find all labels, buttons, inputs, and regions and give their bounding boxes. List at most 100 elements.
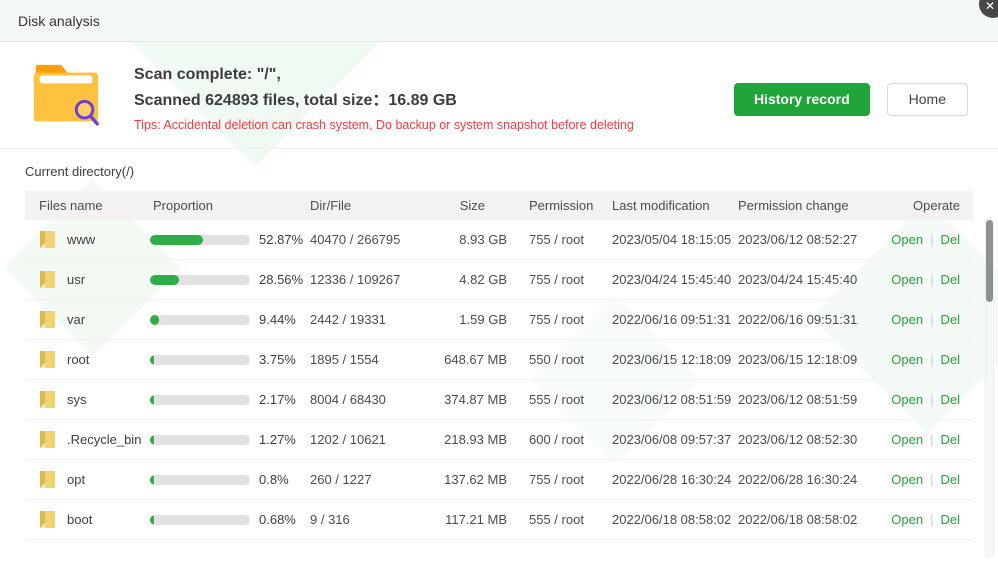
permission-change-value: 2023/06/12 08:52:27 [738,232,871,247]
operate-cell: Open | Del [871,272,973,287]
column-permission-change: Permission change [738,198,871,213]
proportion-bar [150,235,250,245]
proportion-value: 0.68% [259,512,296,527]
permission-value: 755 / root [511,272,601,287]
table-row: www 52.87% 40470 / 266795 8.93 GB 755 / … [25,220,973,260]
del-link[interactable]: Del [940,392,960,407]
last-modification-value: 2023/06/15 12:18:09 [601,352,738,367]
file-name: www [67,232,95,247]
open-link[interactable]: Open [891,352,923,367]
proportion-bar-fill [150,515,154,525]
column-proportion: Proportion [150,198,310,213]
folder-icon [39,510,56,529]
open-link[interactable]: Open [891,472,923,487]
operate-cell: Open | Del [871,392,973,407]
proportion-bar-fill [150,355,154,365]
open-link[interactable]: Open [891,272,923,287]
table-row: .Recycle_bin 1.27% 1202 / 10621 218.93 M… [25,420,973,460]
last-modification-value: 2023/05/04 18:15:05 [601,232,738,247]
column-last-modification: Last modification [601,198,738,213]
del-link[interactable]: Del [940,512,960,527]
column-permission: Permission [511,198,601,213]
proportion-cell: 1.27% [150,432,310,447]
open-link[interactable]: Open [891,392,923,407]
del-link[interactable]: Del [940,432,960,447]
last-modification-value: 2023/06/08 09:57:37 [601,432,738,447]
last-modification-value: 2022/06/28 16:30:24 [601,472,738,487]
del-link[interactable]: Del [940,312,960,327]
dir-file-value: 1895 / 1554 [310,352,445,367]
proportion-value: 2.17% [259,392,296,407]
dir-file-value: 8004 / 68430 [310,392,445,407]
proportion-value: 52.87% [259,232,303,247]
operate-cell: Open | Del [871,432,973,447]
del-link[interactable]: Del [940,472,960,487]
folder-icon [39,390,56,409]
proportion-cell: 28.56% [150,272,310,287]
size-value: 1.59 GB [445,312,511,327]
file-name: usr [67,272,85,287]
file-name: boot [67,512,92,527]
permission-value: 755 / root [511,472,601,487]
file-name-cell: root [25,350,150,369]
titlebar: Disk analysis [0,0,998,42]
table-row: boot 0.68% 9 / 316 117.21 MB 555 / root … [25,500,973,540]
operate-divider: | [930,232,933,247]
proportion-bar [150,395,250,405]
proportion-bar [150,475,250,485]
home-button[interactable]: Home [887,83,968,116]
column-dir-file: Dir/File [310,198,445,213]
table-header-row: Files name Proportion Dir/File Size Perm… [25,191,973,220]
folder-icon [39,430,56,449]
file-name-cell: sys [25,390,150,409]
table-body: www 52.87% 40470 / 266795 8.93 GB 755 / … [25,220,973,540]
folder-icon [39,310,56,329]
folder-search-icon [28,62,106,132]
table-row: sys 2.17% 8004 / 68430 374.87 MB 555 / r… [25,380,973,420]
open-link[interactable]: Open [891,232,923,247]
operate-cell: Open | Del [871,352,973,367]
open-link[interactable]: Open [891,312,923,327]
proportion-bar [150,275,250,285]
column-operate: Operate [871,198,973,213]
size-value: 137.62 MB [445,472,511,487]
folder-icon [39,470,56,489]
operate-divider: | [930,272,933,287]
permission-change-value: 2022/06/16 09:51:31 [738,312,871,327]
close-icon: ✕ [985,0,995,13]
operate-cell: Open | Del [871,512,973,527]
dir-file-value: 12336 / 109267 [310,272,445,287]
scan-summary-header: Scan complete: "/", Scanned 624893 files… [0,42,998,149]
proportion-bar [150,355,250,365]
proportion-value: 3.75% [259,352,296,367]
proportion-bar-fill [150,435,154,445]
proportion-value: 1.27% [259,432,296,447]
last-modification-value: 2023/06/12 08:51:59 [601,392,738,407]
file-name-cell: var [25,310,150,329]
proportion-cell: 0.68% [150,512,310,527]
permission-change-value: 2022/06/28 16:30:24 [738,472,871,487]
table-row: var 9.44% 2442 / 19331 1.59 GB 755 / roo… [25,300,973,340]
size-value: 648.67 MB [445,352,511,367]
operate-divider: | [930,312,933,327]
proportion-bar-fill [150,475,154,485]
file-name-cell: usr [25,270,150,289]
proportion-cell: 2.17% [150,392,310,407]
del-link[interactable]: Del [940,272,960,287]
history-record-button[interactable]: History record [734,83,870,116]
proportion-bar [150,515,250,525]
table-scrollbar[interactable] [985,218,994,558]
operate-cell: Open | Del [871,472,973,487]
scrollbar-thumb[interactable] [986,220,993,302]
proportion-cell: 0.8% [150,472,310,487]
open-link[interactable]: Open [891,512,923,527]
operate-cell: Open | Del [871,232,973,247]
proportion-cell: 9.44% [150,312,310,327]
open-link[interactable]: Open [891,432,923,447]
proportion-value: 28.56% [259,272,303,287]
del-link[interactable]: Del [940,352,960,367]
file-name: var [67,312,85,327]
file-name: .Recycle_bin [67,432,141,447]
del-link[interactable]: Del [940,232,960,247]
permission-value: 555 / root [511,512,601,527]
